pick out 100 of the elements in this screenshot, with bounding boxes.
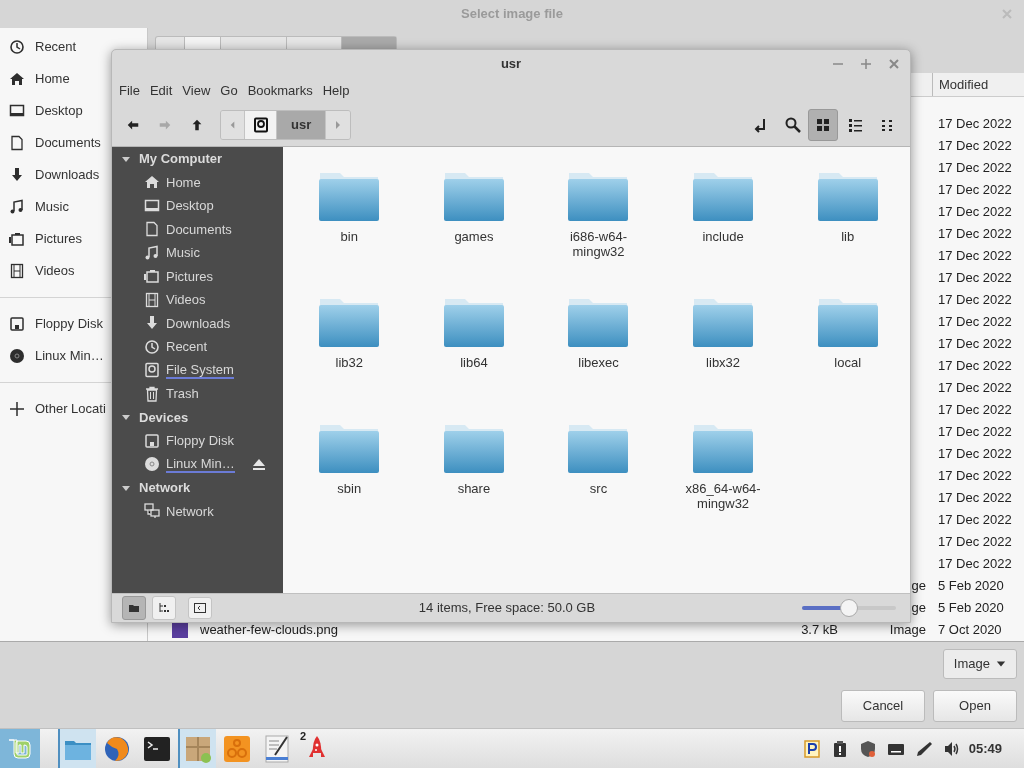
- folder-icon[interactable]: [567, 423, 630, 475]
- folder-name[interactable]: src: [552, 481, 645, 496]
- sidebar-item[interactable]: Floppy Disk: [166, 431, 234, 451]
- folder-icon[interactable]: [442, 297, 505, 349]
- folder-icon[interactable]: [692, 297, 755, 349]
- file-date: 17 Dec 2022: [938, 336, 1012, 352]
- sidebar-item[interactable]: Pictures: [166, 266, 213, 286]
- file-date: 5 Feb 2020: [938, 578, 1004, 594]
- shield-icon[interactable]: [858, 739, 877, 758]
- sidebar-item[interactable]: Floppy Disk: [0, 308, 105, 340]
- tree-icon: [158, 602, 170, 614]
- folder-name[interactable]: lib64: [427, 355, 520, 370]
- plus-icon: [9, 401, 25, 417]
- root-path-button[interactable]: [245, 111, 277, 139]
- file-type: ge: [911, 600, 926, 616]
- menu-item[interactable]: File: [114, 81, 145, 101]
- sidebar-item[interactable]: Home: [0, 63, 72, 95]
- taskbar-button[interactable]: 2: [298, 728, 336, 768]
- folder-name[interactable]: share: [427, 481, 520, 496]
- maximize-icon[interactable]: [858, 56, 874, 72]
- menu-item[interactable]: Bookmarks: [242, 81, 318, 101]
- sidebar-item[interactable]: Home: [166, 172, 201, 192]
- icon-view-button[interactable]: [808, 109, 838, 141]
- folder-icon[interactable]: [567, 171, 630, 223]
- column-header[interactable]: Modified: [939, 74, 989, 95]
- sidebar-item[interactable]: File System: [166, 361, 234, 379]
- filter-dropdown[interactable]: Image: [942, 649, 1017, 679]
- sidebar-item[interactable]: Network: [166, 501, 214, 521]
- camera-icon: [144, 268, 160, 285]
- sidebar-item[interactable]: Music: [166, 243, 200, 263]
- sidebar-item[interactable]: Videos: [166, 290, 206, 310]
- folder-name[interactable]: include: [677, 229, 770, 244]
- sidebar-item[interactable]: Linux Min…: [166, 455, 235, 473]
- folder-name[interactable]: games: [427, 229, 520, 244]
- folder-name[interactable]: i686-w64-mingw32: [552, 229, 645, 259]
- sidebar-item[interactable]: Documents: [166, 219, 232, 239]
- dots-icon: [879, 117, 895, 133]
- sidebar-item[interactable]: Trash: [166, 384, 199, 404]
- music-note-icon: [144, 244, 160, 261]
- p-letter-icon[interactable]: [802, 739, 821, 758]
- menu-item[interactable]: View: [177, 81, 216, 101]
- camera-icon: [9, 231, 25, 247]
- folder-icon[interactable]: [442, 423, 505, 475]
- folder-icon[interactable]: [567, 297, 630, 349]
- folder-icon[interactable]: [318, 171, 381, 223]
- file-date: 17 Dec 2022: [938, 160, 1012, 176]
- file-date: 17 Dec 2022: [938, 446, 1012, 462]
- section-header: Devices: [139, 408, 189, 427]
- folder-name[interactable]: local: [801, 355, 894, 370]
- status-text: 14 items, Free space: 50.0 GB: [418, 599, 596, 618]
- file-name[interactable]: weather-few-clouds.png: [200, 620, 339, 640]
- sidebar-item[interactable]: Pictures: [0, 223, 84, 255]
- menu-item[interactable]: Edit: [144, 81, 178, 101]
- path-bar[interactable]: [155, 36, 397, 49]
- window-title: usr: [500, 55, 522, 74]
- film-icon: [9, 263, 25, 279]
- folder-icon[interactable]: [692, 423, 755, 475]
- folder-name[interactable]: lib32: [303, 355, 396, 370]
- sidebar-icon: [194, 603, 206, 613]
- folder-name[interactable]: sbin: [303, 481, 396, 496]
- folder-name[interactable]: bin: [303, 229, 396, 244]
- folder-icon[interactable]: [318, 297, 381, 349]
- folder-icon[interactable]: [816, 297, 879, 349]
- sidebar-item[interactable]: Downloads: [166, 313, 231, 333]
- menu-item[interactable]: Help: [317, 81, 355, 101]
- sidebar-item[interactable]: Desktop: [166, 196, 214, 216]
- folder-name[interactable]: libx32: [677, 355, 770, 370]
- tree-view-button[interactable]: [152, 596, 176, 620]
- sidebar-item[interactable]: Documents: [0, 127, 103, 159]
- document-icon: [9, 135, 25, 151]
- file-type: Image: [889, 622, 926, 638]
- sidebar-item[interactable]: Other Locati: [0, 393, 108, 425]
- sidebar-item[interactable]: Recent: [166, 337, 208, 357]
- places-view-button[interactable]: [122, 596, 146, 620]
- menu-item[interactable]: Go: [215, 81, 243, 101]
- folder-icon[interactable]: [442, 171, 505, 223]
- folder-name[interactable]: libexec: [552, 355, 645, 370]
- folder-name[interactable]: lib: [801, 229, 894, 244]
- file-date: 5 Feb 2020: [938, 600, 1004, 616]
- open-button[interactable]: Open: [933, 690, 1017, 722]
- sidebar-item[interactable]: Linux Min…: [0, 340, 106, 372]
- cancel-button[interactable]: Cancel: [841, 690, 925, 722]
- file-date: 17 Dec 2022: [938, 358, 1012, 374]
- folder-name[interactable]: x86_64-w64-mingw32: [677, 481, 770, 511]
- menu-button[interactable]: [0, 728, 40, 768]
- music-note-icon: [9, 199, 25, 215]
- sidebar-item[interactable]: Recent: [0, 31, 79, 63]
- path-button[interactable]: usr: [277, 111, 327, 139]
- sidebar-item[interactable]: Music: [0, 191, 71, 223]
- sidebar-toggle-button[interactable]: [188, 597, 212, 619]
- search-icon[interactable]: [784, 116, 802, 134]
- sidebar-item[interactable]: Downloads: [0, 159, 102, 191]
- zoom-slider[interactable]: [802, 598, 896, 618]
- network-icon: [144, 503, 160, 520]
- folder-icon[interactable]: [318, 423, 381, 475]
- folder-icon[interactable]: [692, 171, 755, 223]
- pen-icon[interactable]: [914, 739, 933, 758]
- sidebar-item[interactable]: Videos: [0, 255, 77, 287]
- folder-icon[interactable]: [816, 171, 879, 223]
- sidebar-item[interactable]: Desktop: [0, 95, 85, 127]
